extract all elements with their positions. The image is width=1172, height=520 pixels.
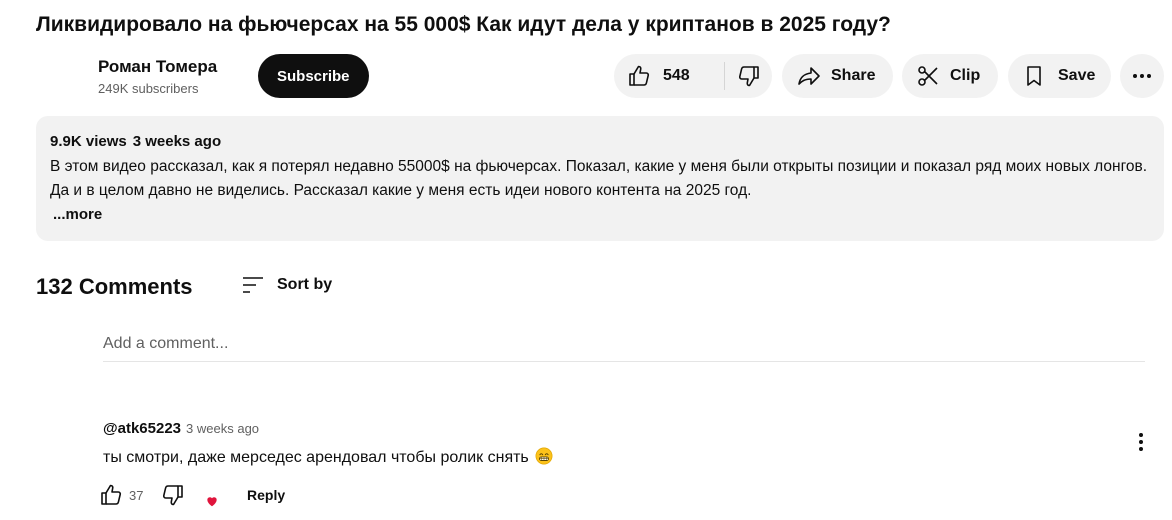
upload-date: 3 weeks ago	[132, 133, 222, 150]
more-vertical-icon	[1139, 433, 1143, 451]
scissors-icon	[918, 66, 938, 86]
save-button[interactable]: Save	[1008, 54, 1111, 98]
creator-heart-icon	[207, 497, 217, 507]
share-button[interactable]: Share	[782, 54, 893, 98]
comment-dislike-icon[interactable]	[161, 483, 185, 507]
subscribe-button[interactable]: Subscribe	[258, 54, 369, 98]
like-count: 548	[663, 67, 690, 84]
view-count: 9.9K views	[50, 133, 127, 150]
clip-label: Clip	[950, 67, 981, 84]
comments-count: 132 Comments	[36, 274, 193, 299]
grinning-face-icon	[535, 447, 553, 465]
bookmark-icon	[1027, 66, 1041, 86]
more-actions-button[interactable]	[1120, 54, 1164, 98]
add-comment-box	[103, 332, 1145, 362]
comment-header: @atk65223 3 weeks ago	[103, 418, 259, 440]
description-text: В этом видео рассказал, как я потерял не…	[50, 158, 1148, 199]
comments-header: 132 Comments Sort by	[36, 272, 436, 302]
comment-author[interactable]: @atk65223	[103, 420, 181, 437]
comment-text: ты смотри, даже мерседес арендовал чтобы…	[103, 447, 553, 469]
description-meta: 9.9K views 3 weeks ago	[50, 132, 1164, 152]
clip-button[interactable]: Clip	[902, 54, 998, 98]
comment-menu-button[interactable]	[1129, 430, 1153, 454]
thumbs-up-icon	[629, 65, 650, 86]
reply-button[interactable]: Reply	[247, 487, 285, 503]
comment-item: @atk65223 3 weeks ago ты смотри, даже мер…	[101, 418, 1163, 518]
add-comment-input[interactable]	[103, 332, 1145, 356]
thumbs-down-icon	[738, 66, 759, 87]
comment-body: ты смотри, даже мерседес арендовал чтобы…	[103, 449, 529, 466]
like-dislike-group: 548	[614, 54, 772, 98]
channel-name[interactable]: Роман Томера	[98, 56, 217, 78]
comment-like-count: 37	[129, 487, 144, 503]
comment-actions: 37 Reply	[99, 483, 285, 507]
save-label: Save	[1058, 67, 1096, 84]
channel-avatar[interactable]	[36, 54, 84, 98]
video-title: Ликвидировало на фьючерсах на 55 000$ Ка…	[36, 13, 891, 36]
sort-icon	[243, 277, 263, 293]
share-arrow-icon	[798, 67, 820, 85]
dislike-button[interactable]	[725, 54, 772, 98]
like-button[interactable]: 548	[614, 54, 724, 98]
sort-by-button[interactable]: Sort by	[241, 272, 332, 298]
comment-time[interactable]: 3 weeks ago	[186, 421, 259, 436]
sort-by-label: Sort by	[277, 276, 333, 293]
share-label: Share	[831, 67, 876, 84]
comment-like-icon[interactable]	[99, 483, 123, 507]
more-horizontal-icon	[1133, 74, 1151, 78]
subscriber-count: 249K subscribers	[98, 81, 199, 96]
description-more-link[interactable]: ...more	[53, 204, 102, 226]
description-box[interactable]: 9.9K views 3 weeks ago В этом видео расск…	[36, 116, 1164, 241]
